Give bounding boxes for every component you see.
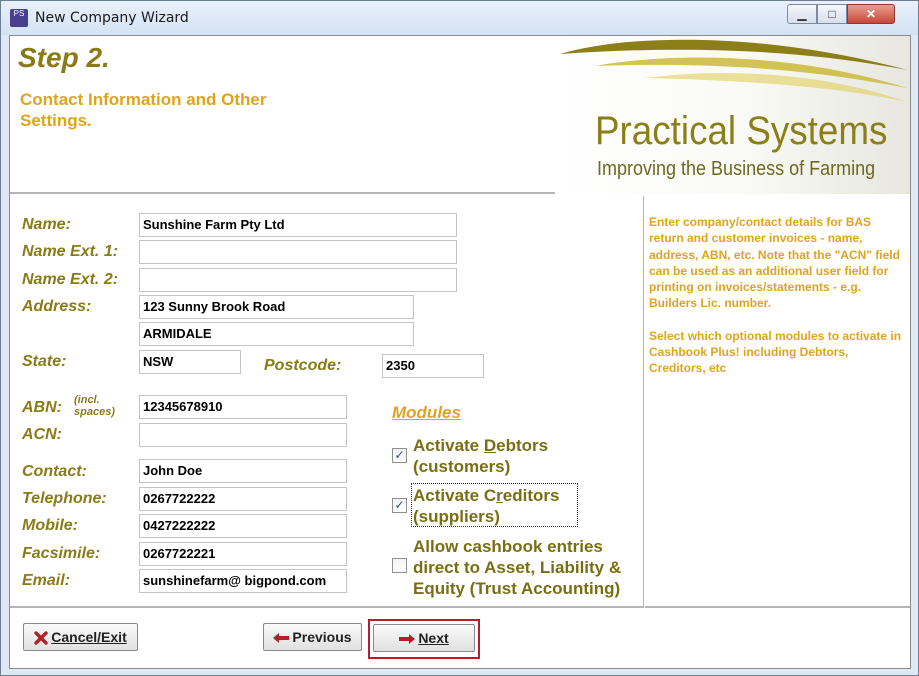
contact-label: Contact: <box>22 463 87 480</box>
name-ext2-field[interactable] <box>139 268 457 292</box>
name-label: Name: <box>22 216 71 233</box>
mobile-field[interactable]: 0427222222 <box>139 514 347 538</box>
name-ext1-field[interactable] <box>139 240 457 264</box>
previous-label: Previous <box>292 629 352 645</box>
abn-field[interactable]: 12345678910 <box>139 395 347 419</box>
wizard-header: Step 2. Contact Information and Other Se… <box>10 36 910 194</box>
close-button[interactable]: ✕ <box>847 4 895 24</box>
company-logo: Practical Systems Improving the Business… <box>555 36 910 194</box>
cancel-exit-label: Cancel/Exit <box>51 629 127 645</box>
telephone-label: Telephone: <box>22 490 107 507</box>
arrow-left-icon <box>273 633 290 644</box>
acn-field[interactable] <box>139 423 347 447</box>
email-label: Email: <box>22 572 71 589</box>
cashbook-checkbox[interactable] <box>392 558 407 573</box>
creditors-label[interactable]: Activate Creditors (suppliers) <box>413 485 593 527</box>
help-panel: Enter company/contact details for BAS re… <box>645 196 910 608</box>
telephone-field[interactable]: 0267722222 <box>139 487 347 511</box>
acn-label: ACN: <box>22 426 62 443</box>
address-label: Address: <box>22 298 92 315</box>
logo-name: Practical Systems <box>595 109 888 153</box>
previous-button[interactable]: Previous <box>263 623 362 651</box>
debtors-checkbox[interactable]: ✓ <box>392 448 407 463</box>
step-title: Step 2. <box>18 42 110 73</box>
postcode-label: Postcode: <box>264 357 342 374</box>
next-label: Next <box>418 630 449 646</box>
app-icon: PS <box>10 9 28 27</box>
cancel-exit-button[interactable]: Cancel/Exit <box>23 623 138 651</box>
minimize-button[interactable]: ▁ <box>787 4 817 24</box>
facsimile-field[interactable]: 0267722221 <box>139 542 347 566</box>
maximize-button[interactable]: □ <box>817 4 847 24</box>
title-bar[interactable]: PS New Company Wizard ▁ □ ✕ <box>1 1 918 35</box>
form-panel: Name: Sunshine Farm Pty Ltd Name Ext. 1:… <box>10 196 644 608</box>
creditors-checkbox[interactable]: ✓ <box>392 498 407 513</box>
next-button[interactable]: Next <box>373 624 475 652</box>
logo-tagline: Improving the Business of Farming <box>597 158 876 180</box>
abn-note: (incl. spaces) <box>74 394 115 418</box>
help-paragraph-2: Select which optional modules to activat… <box>649 328 902 376</box>
cashbook-label[interactable]: Allow cashbook entries direct to Asset, … <box>413 536 641 599</box>
debtors-label[interactable]: Activate Debtors (customers) <box>413 435 593 477</box>
address-line2-field[interactable]: ARMIDALE <box>139 322 414 346</box>
abn-label: ABN: <box>22 399 62 416</box>
step-subtitle: Contact Information and Other Settings. <box>20 90 267 130</box>
close-x-icon <box>34 631 48 645</box>
help-paragraph-1: Enter company/contact details for BAS re… <box>649 215 900 311</box>
logo-swoosh-icon <box>560 39 907 102</box>
wizard-client-area: Step 2. Contact Information and Other Se… <box>9 35 911 669</box>
email-field[interactable]: sunshinefarm@ bigpond.com <box>139 569 347 593</box>
postcode-field[interactable]: 2350 <box>382 354 484 378</box>
name-ext2-label: Name Ext. 2: <box>22 271 119 288</box>
state-field[interactable]: NSW <box>139 350 241 374</box>
name-field[interactable]: Sunshine Farm Pty Ltd <box>139 213 457 237</box>
contact-field[interactable]: John Doe <box>139 459 347 483</box>
help-text: Enter company/contact details for BAS re… <box>649 214 904 393</box>
facsimile-label: Facsimile: <box>22 545 101 562</box>
arrow-right-icon <box>399 634 416 645</box>
state-label: State: <box>22 353 67 370</box>
address-line1-field[interactable]: 123 Sunny Brook Road <box>139 295 414 319</box>
window-title: New Company Wizard <box>35 10 189 26</box>
modules-title: Modules <box>392 403 461 422</box>
name-ext1-label: Name Ext. 1: <box>22 243 119 260</box>
wizard-window: PS New Company Wizard ▁ □ ✕ Step 2. Cont… <box>0 0 919 676</box>
mobile-label: Mobile: <box>22 517 78 534</box>
